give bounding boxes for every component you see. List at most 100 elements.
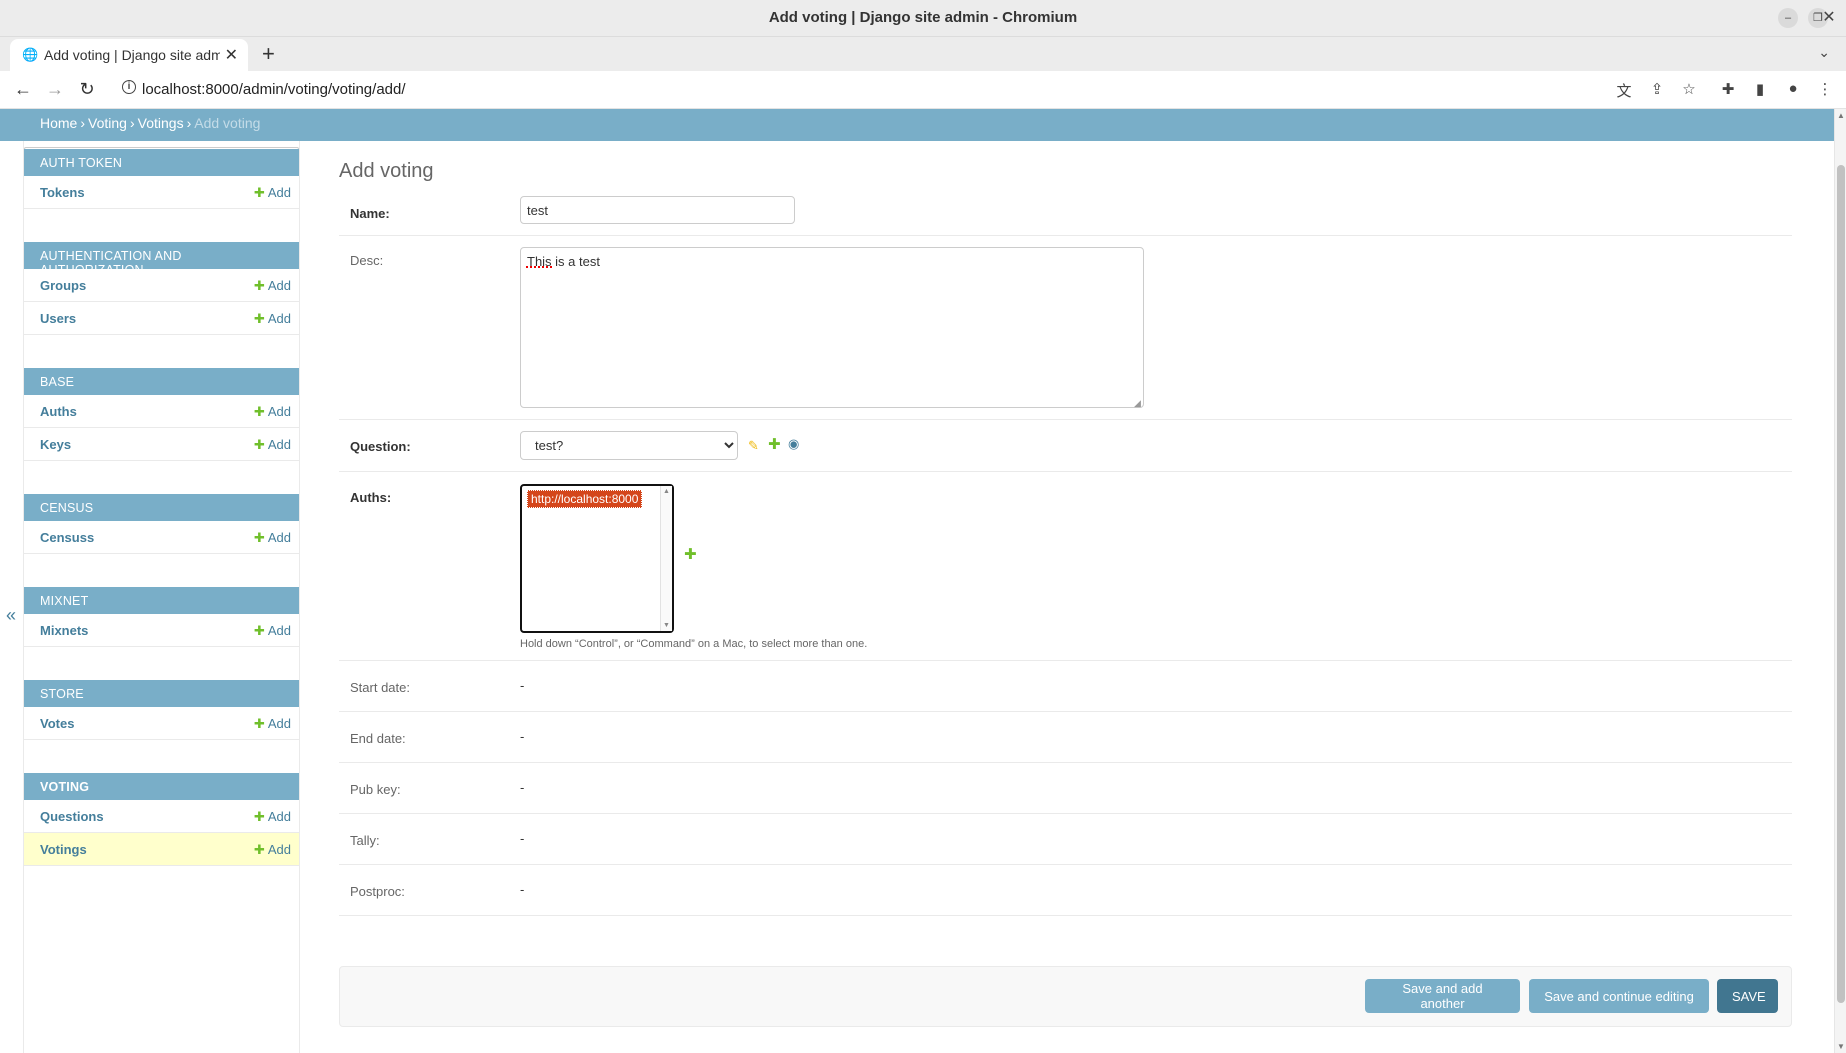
sidebar-item-users[interactable]: Users ✚ Add: [24, 302, 299, 335]
breadcrumb-current: Add voting: [194, 115, 261, 131]
scroll-down-icon[interactable]: ▼: [663, 622, 670, 629]
module-caption[interactable]: Base: [24, 368, 299, 395]
submit-row: Save and add another Save and continue e…: [339, 966, 1792, 1027]
sidebar-item-keys[interactable]: Keys ✚ Add: [24, 428, 299, 461]
sidebar-item-label[interactable]: Votes: [40, 716, 74, 731]
sidebar-item-label[interactable]: Tokens: [40, 185, 85, 200]
sidebar-item-label[interactable]: Keys: [40, 437, 71, 452]
sidebar-item-censuss[interactable]: Censuss ✚ Add: [24, 521, 299, 554]
sidebar-item-mixnets[interactable]: Mixnets ✚ Add: [24, 614, 299, 647]
form-row-tally: Tally: -: [339, 814, 1792, 865]
sidebar-item-label[interactable]: Votings: [40, 842, 87, 857]
module-caption[interactable]: Mixnet: [24, 587, 299, 614]
add-votes-link[interactable]: ✚ Add: [254, 716, 291, 732]
tally-label: Tally:: [350, 833, 380, 848]
module-caption[interactable]: Store: [24, 680, 299, 707]
add-questions-link[interactable]: ✚ Add: [254, 809, 291, 825]
module-census: Census Censuss ✚ Add: [24, 494, 299, 554]
scrollbar-thumb[interactable]: [1837, 165, 1845, 1003]
sidebar-item-label[interactable]: Mixnets: [40, 623, 88, 638]
profile-icon[interactable]: ●: [1783, 80, 1803, 97]
breadcrumb-model[interactable]: Votings: [138, 115, 184, 131]
form-row-pub-key: Pub key: -: [339, 763, 1792, 814]
edit-related-pencil-icon[interactable]: ✎: [748, 438, 759, 454]
sidebar-item-votings[interactable]: Votings ✚ Add: [24, 833, 299, 866]
start-date-label: Start date:: [350, 680, 410, 695]
form-row-question: Question: test? ✎ ✚ ◉: [339, 420, 1792, 472]
address-bar[interactable]: i localhost:8000/admin/voting/voting/add…: [112, 76, 1572, 104]
save-and-continue-button[interactable]: Save and continue editing: [1529, 979, 1709, 1013]
site-info-icon[interactable]: i: [122, 80, 136, 94]
breadcrumb: Home › Voting › Votings › Add voting: [0, 109, 1834, 141]
add-auth-plus-icon[interactable]: ✚: [684, 545, 697, 563]
sidebar-item-tokens[interactable]: Tokens ✚ Add: [24, 176, 299, 209]
auths-multiselect[interactable]: http://localhost:8000 ▲ ▼: [520, 484, 674, 633]
module-caption[interactable]: Authentication and Authorization: [24, 242, 299, 277]
add-censuss-link[interactable]: ✚ Add: [254, 530, 291, 546]
add-auths-link[interactable]: ✚ Add: [254, 404, 291, 420]
add-mixnets-link[interactable]: ✚ Add: [254, 623, 291, 639]
side-panel-icon[interactable]: ▮: [1750, 80, 1770, 98]
chevron-down-icon[interactable]: ⌄: [1818, 44, 1830, 61]
module-caption[interactable]: Census: [24, 494, 299, 521]
module-caption[interactable]: Voting: [24, 773, 299, 800]
breadcrumb-home[interactable]: Home: [40, 115, 77, 131]
sidebar-item-label[interactable]: Users: [40, 311, 76, 326]
extensions-icon[interactable]: ✚: [1718, 80, 1738, 98]
sidebar-item-auths[interactable]: Auths ✚ Add: [24, 395, 299, 428]
new-tab-icon[interactable]: +: [262, 41, 275, 67]
module-caption[interactable]: Auth Token: [24, 149, 299, 176]
sidebar-item-questions[interactable]: Questions ✚ Add: [24, 800, 299, 833]
sidebar-item-label[interactable]: Groups: [40, 278, 86, 293]
add-tokens-link[interactable]: ✚ Add: [254, 185, 291, 201]
add-related-plus-icon[interactable]: ✚: [768, 435, 781, 453]
save-button[interactable]: SAVE: [1717, 979, 1778, 1013]
sidebar-item-label[interactable]: Censuss: [40, 530, 94, 545]
minimize-icon[interactable]: –: [1778, 8, 1798, 28]
translate-icon[interactable]: 文: [1614, 80, 1634, 101]
close-icon[interactable]: ✕: [1818, 8, 1840, 28]
window-titlebar: Add voting | Django site admin - Chromiu…: [0, 0, 1846, 37]
tally-value: -: [520, 831, 525, 846]
scroll-down-icon[interactable]: ▼: [1837, 1042, 1845, 1051]
sidebar-item-label[interactable]: Questions: [40, 809, 104, 824]
add-votings-link[interactable]: ✚ Add: [254, 842, 291, 858]
auths-help-text: Hold down “Control”, or “Command” on a M…: [520, 638, 868, 650]
back-icon[interactable]: ←: [12, 79, 34, 100]
forward-icon[interactable]: →: [44, 79, 66, 100]
postproc-value: -: [520, 882, 525, 897]
scroll-up-icon[interactable]: ▲: [663, 488, 670, 495]
desc-textarea[interactable]: This is a test: [520, 247, 1144, 408]
reload-icon[interactable]: ↻: [76, 79, 98, 100]
sidebar-item-votes[interactable]: Votes ✚ Add: [24, 707, 299, 740]
sidebar-item-groups[interactable]: Groups ✚ Add: [24, 269, 299, 302]
tab-strip: 🌐 Add voting | Django site admin ✕: [0, 37, 1846, 71]
browser-tab[interactable]: 🌐 Add voting | Django site admin ✕: [10, 39, 248, 71]
sidebar-item-label[interactable]: Auths: [40, 404, 77, 419]
add-groups-link[interactable]: ✚ Add: [254, 278, 291, 294]
save-and-add-another-button[interactable]: Save and add another: [1365, 979, 1520, 1013]
sidebar-toggle[interactable]: «: [0, 141, 24, 1053]
add-keys-link[interactable]: ✚ Add: [254, 437, 291, 453]
collapse-sidebar-icon[interactable]: «: [6, 605, 16, 626]
auths-scrollbar[interactable]: ▲ ▼: [660, 486, 672, 631]
resize-handle-icon[interactable]: ◢: [1134, 398, 1141, 409]
add-users-link[interactable]: ✚ Add: [254, 311, 291, 327]
question-select[interactable]: test?: [520, 431, 738, 460]
tab-close-icon[interactable]: ✕: [225, 45, 238, 65]
name-input[interactable]: [520, 196, 795, 224]
form-row-end-date: End date: -: [339, 712, 1792, 763]
share-icon[interactable]: ⇪: [1647, 80, 1667, 98]
scroll-up-icon[interactable]: ▲: [1837, 111, 1845, 120]
plus-icon: ✚: [253, 404, 265, 419]
auths-option-selected[interactable]: http://localhost:8000: [527, 490, 643, 508]
page-scrollbar[interactable]: ▲ ▼: [1834, 109, 1846, 1053]
menu-kebab-icon[interactable]: ⋮: [1815, 80, 1835, 98]
view-related-eye-icon[interactable]: ◉: [788, 436, 799, 452]
module-auth-token: Auth Token Tokens ✚ Add: [24, 149, 299, 209]
bookmark-star-icon[interactable]: ☆: [1679, 80, 1699, 98]
plus-icon: ✚: [253, 185, 265, 200]
plus-icon: ✚: [253, 278, 265, 293]
pub-key-value: -: [520, 780, 525, 795]
breadcrumb-app[interactable]: Voting: [88, 115, 127, 131]
